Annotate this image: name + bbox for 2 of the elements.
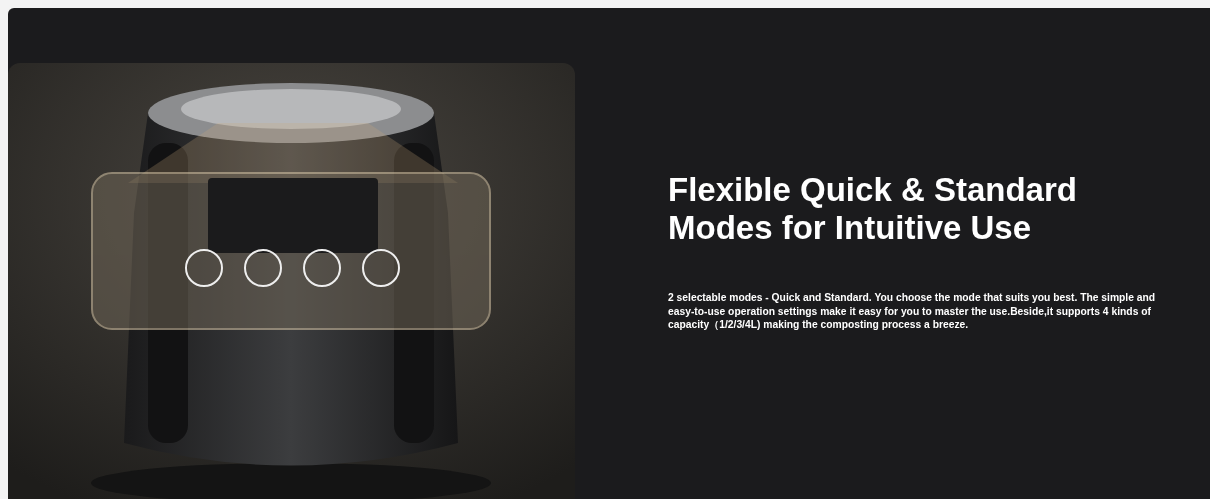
description: 2 selectable modes - Quick and Standard. You choose the mode that suits you best. The simple and easy-to-use operation settings make it easy for you to master the use.Beside,it supports 4 kinds of capacity（1/2/3/4L) making the composting process a breeze.	[668, 291, 1157, 332]
heading: Flexible Quick & Standard Modes for Intuitive Use	[668, 171, 1078, 247]
